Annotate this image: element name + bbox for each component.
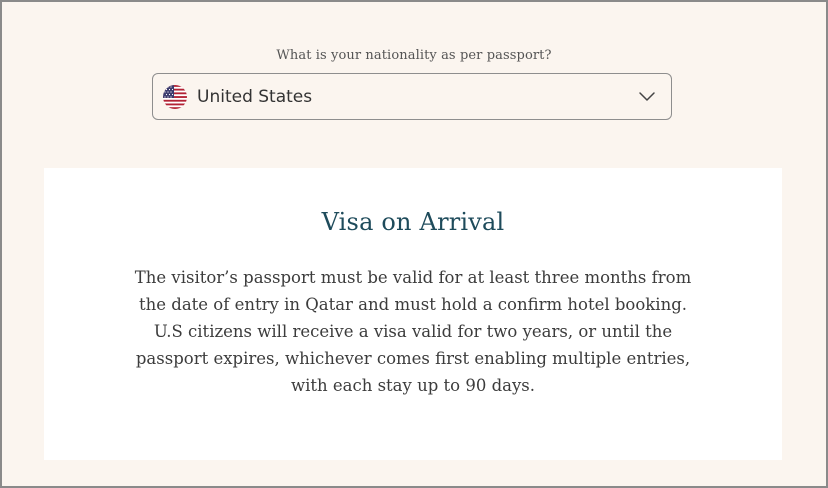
page: What is your nationality as per passport… [0,0,828,488]
visa-info-card: Visa on Arrival The visitor’s passport m… [44,168,782,460]
nationality-label: What is your nationality as per passport… [276,48,552,63]
visa-validity-text: U.S citizens will receive a visa valid f… [135,322,691,395]
visa-requirement-text: The visitor’s passport must be valid for… [134,268,692,314]
chevron-down-icon[interactable] [637,87,657,107]
nationality-select[interactable]: United States [152,73,672,120]
visa-description: The visitor’s passport must be valid for… [134,264,692,399]
us-flag-icon [163,84,187,109]
visa-type-title: Visa on Arrival [321,208,505,236]
selected-country: United States [197,86,313,107]
